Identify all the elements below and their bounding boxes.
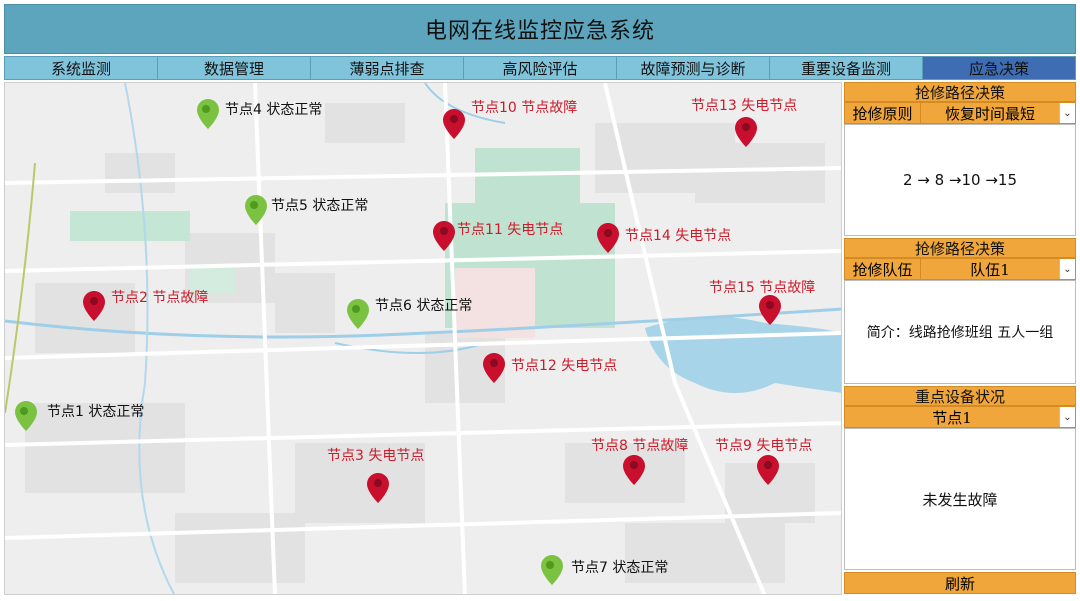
- route-section-heading: 抢修路径决策: [844, 82, 1076, 102]
- node-label: 节点11 失电节点: [457, 222, 564, 238]
- device-select[interactable]: 节点1: [845, 407, 1059, 427]
- chevron-down-icon[interactable]: ⌄: [1059, 407, 1075, 427]
- map-node[interactable]: 节点13 失电节点: [691, 98, 797, 147]
- team-select[interactable]: 队伍1: [921, 259, 1059, 279]
- tab-weak-point-check[interactable]: 薄弱点排查: [310, 56, 463, 80]
- map-node[interactable]: 节点7 状态正常: [541, 555, 668, 585]
- device-status: 未发生故障: [844, 428, 1076, 570]
- node-label: 节点6 状态正常: [375, 298, 473, 314]
- map-pin-icon: [197, 99, 219, 129]
- map-pin-icon: [347, 299, 369, 329]
- main-tabs: 系统监测 数据管理 薄弱点排查 高风险评估 故障预测与诊断 重要设备监测 应急决…: [4, 56, 1076, 80]
- node-label: 节点2 节点故障: [111, 290, 209, 306]
- map-node[interactable]: 节点3 失电节点: [327, 448, 424, 503]
- map-node[interactable]: 节点14 失电节点: [597, 223, 731, 253]
- map-pin-icon: [759, 295, 781, 325]
- node-label: 节点3 失电节点: [327, 448, 425, 464]
- tab-risk-assessment[interactable]: 高风险评估: [463, 56, 616, 80]
- map-view[interactable]: 节点4 状态正常 节点10 节点故障 节点13 失电节点 节点5 状态正常 节点…: [4, 82, 842, 595]
- team-info-text: 简介：线路抢修班组 五人一组: [866, 325, 1054, 341]
- node-label: 节点14 失电节点: [625, 228, 732, 244]
- chevron-down-icon[interactable]: ⌄: [1059, 259, 1075, 279]
- route-principle-label: 抢修原则: [845, 103, 921, 123]
- map-pin-icon: [757, 455, 779, 485]
- map-node[interactable]: 节点1 状态正常: [15, 401, 144, 431]
- tab-emergency-decision[interactable]: 应急决策: [922, 56, 1076, 80]
- route-principle-select[interactable]: 恢复时间最短: [921, 103, 1059, 123]
- map-pin-icon: [735, 117, 757, 147]
- device-value: 节点1: [932, 408, 972, 427]
- tab-data-management[interactable]: 数据管理: [157, 56, 310, 80]
- device-section-heading: 重点设备状况: [844, 386, 1076, 406]
- route-result-text: 2 → 8 →10 →15: [902, 171, 1018, 189]
- map-pin-icon: [541, 555, 563, 585]
- map-node[interactable]: 节点9 失电节点: [715, 438, 812, 485]
- node-label: 节点5 状态正常: [271, 198, 369, 214]
- map-node[interactable]: 节点15 节点故障: [709, 280, 815, 325]
- team-row: 抢修队伍 队伍1 ⌄: [844, 258, 1076, 280]
- map-node[interactable]: 节点10 节点故障: [443, 100, 577, 139]
- map-pin-icon: [433, 221, 455, 251]
- node-label: 节点12 失电节点: [511, 358, 618, 374]
- map-node[interactable]: 节点11 失电节点: [433, 221, 563, 251]
- map-pin-icon: [483, 353, 505, 383]
- team-value: 队伍1: [970, 260, 1010, 279]
- team-info: 简介：线路抢修班组 五人一组: [844, 280, 1076, 384]
- route-principle-value: 恢复时间最短: [944, 104, 1035, 123]
- node-label: 节点9 失电节点: [715, 438, 813, 454]
- node-label: 节点13 失电节点: [691, 98, 798, 114]
- tab-device-monitoring[interactable]: 重要设备监测: [769, 56, 922, 80]
- map-pin-icon: [623, 455, 645, 485]
- map-pin-icon: [597, 223, 619, 253]
- map-node[interactable]: 节点8 节点故障: [591, 438, 688, 485]
- team-label: 抢修队伍: [845, 259, 921, 279]
- app-title: 电网在线监控应急系统: [424, 19, 655, 44]
- map-pin-icon: [245, 195, 267, 225]
- app-title-bar: 电网在线监控应急系统: [4, 4, 1076, 54]
- chevron-down-icon[interactable]: ⌄: [1059, 103, 1075, 123]
- map-node[interactable]: 节点4 状态正常: [197, 99, 322, 129]
- route-result: 2 → 8 →10 →15: [844, 124, 1076, 236]
- tab-system-monitoring[interactable]: 系统监测: [4, 56, 157, 80]
- map-pin-icon: [83, 291, 105, 321]
- team-section-heading: 抢修路径决策: [844, 238, 1076, 258]
- map-node[interactable]: 节点2 节点故障: [83, 290, 208, 321]
- device-status-text: 未发生故障: [922, 490, 998, 509]
- route-principle-row: 抢修原则 恢复时间最短 ⌄: [844, 102, 1076, 124]
- node-label: 节点10 节点故障: [471, 100, 578, 116]
- map-node[interactable]: 节点12 失电节点: [483, 353, 617, 383]
- node-label: 节点4 状态正常: [225, 102, 323, 118]
- map-pin-icon: [443, 109, 465, 139]
- map-pin-icon: [15, 401, 37, 431]
- tab-fault-diagnosis[interactable]: 故障预测与诊断: [616, 56, 769, 80]
- node-label: 节点1 状态正常: [47, 404, 145, 420]
- map-background: [5, 83, 841, 594]
- map-pin-icon: [367, 473, 389, 503]
- refresh-button[interactable]: 刷新: [844, 572, 1076, 594]
- device-row: 节点1 ⌄: [844, 406, 1076, 428]
- map-node[interactable]: 节点5 状态正常: [245, 195, 368, 225]
- decision-panel: 抢修路径决策 抢修原则 恢复时间最短 ⌄ 2 → 8 →10 →15 抢修路径决…: [844, 82, 1076, 595]
- node-label: 节点15 节点故障: [709, 280, 816, 296]
- node-label: 节点8 节点故障: [591, 438, 689, 454]
- map-node[interactable]: 节点6 状态正常: [347, 298, 472, 329]
- node-label: 节点7 状态正常: [571, 560, 669, 576]
